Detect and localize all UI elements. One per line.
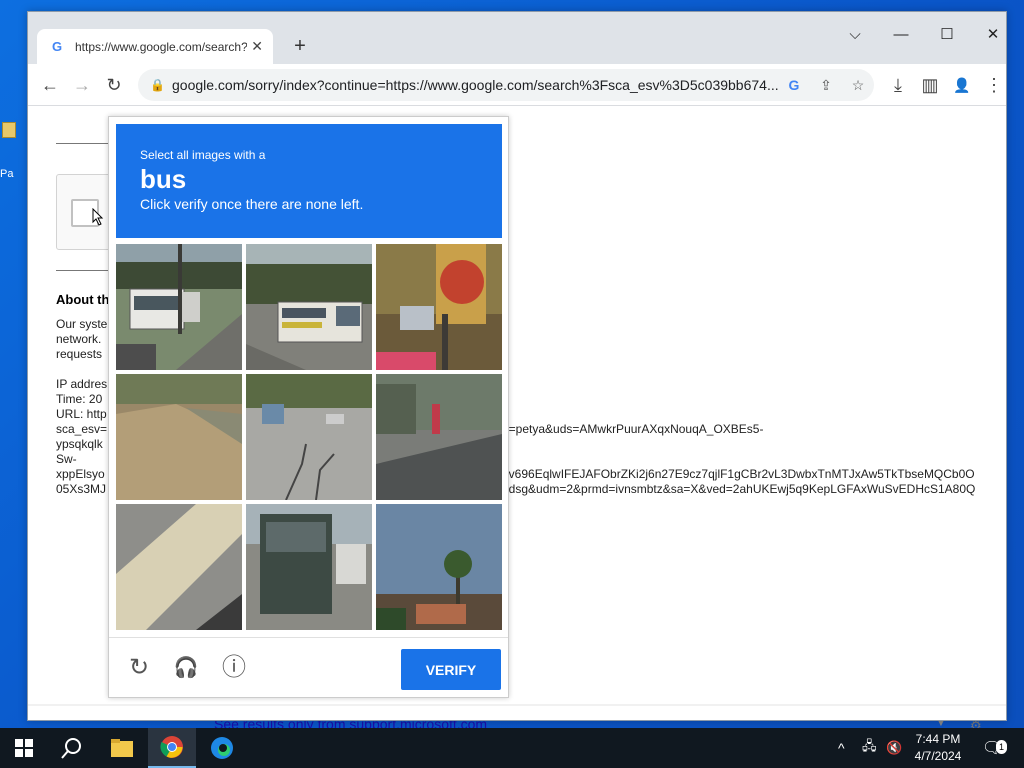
show-hidden-icons[interactable]: ^ (838, 728, 845, 768)
instruction-text: Select all images with a (140, 148, 266, 162)
image-tile[interactable] (376, 374, 502, 500)
url-tail: q=petya&uds=AMwkrPuurAXqxNouqA_OXBEs5- (502, 422, 764, 436)
image-tile[interactable] (246, 244, 372, 370)
menu-icon[interactable]: ⋮ (982, 73, 1006, 97)
verify-button[interactable]: VERIFY (401, 649, 501, 690)
share-icon[interactable]: ⇪ (816, 75, 836, 95)
image-tile[interactable] (376, 504, 502, 630)
divider (56, 270, 108, 271)
browser-toolbar: ← → ↻ 🔒 google.com/sorry/index?continue=… (28, 64, 1006, 106)
url-line: xppElsyo (56, 467, 105, 481)
url-line: ypsqkqlk (56, 437, 103, 451)
lock-icon[interactable]: 🔒 (150, 78, 166, 92)
mouse-cursor-icon (92, 208, 104, 226)
bus-image (116, 244, 242, 370)
browser-tab[interactable]: G https://www.google.com/search? ✕ (37, 29, 273, 64)
info-line: Our syste (56, 317, 108, 331)
tab-search-button[interactable]: ⌵ (832, 24, 878, 46)
forward-button[interactable]: → (70, 73, 94, 97)
tab-close-icon[interactable]: ✕ (251, 38, 263, 55)
url-line: 05Xs3MJ (56, 482, 107, 496)
maximize-button[interactable]: ☐ (924, 24, 970, 46)
search-icon (61, 738, 81, 759)
bookmark-star-icon[interactable]: ☆ (848, 75, 868, 95)
tab-title: https://www.google.com/search? (75, 39, 247, 54)
file-explorer-button[interactable] (98, 728, 146, 768)
address-bar[interactable]: 🔒 google.com/sorry/index?continue=https:… (138, 69, 874, 101)
info-icon[interactable]: ⓘ (220, 654, 248, 682)
folder-icon (2, 122, 16, 138)
network-icon[interactable]: 🖧 (862, 728, 877, 768)
time-line: Time: 20 (56, 392, 103, 406)
side-panel-icon[interactable]: ▥ (918, 73, 942, 97)
download-icon[interactable]: ⤓ (886, 73, 910, 97)
volume-muted-icon[interactable]: 🔇 (886, 728, 902, 768)
street-image (376, 374, 502, 500)
audio-challenge-icon[interactable]: 🎧 (172, 654, 200, 682)
target-object: bus (140, 164, 187, 194)
ip-line: IP addres (56, 377, 108, 391)
divider (56, 143, 108, 144)
chrome-taskbar-button[interactable] (148, 728, 196, 768)
reload-challenge-icon[interactable]: ↻ (125, 654, 153, 682)
back-button[interactable]: ← (38, 73, 62, 97)
bus-image (246, 244, 372, 370)
street-image (246, 374, 372, 500)
sidewalk-image (116, 374, 242, 500)
taskbar: ^ 🖧 🔇 7:44 PM 4/7/2024 🗨 1 (0, 728, 1024, 768)
image-tile[interactable] (116, 504, 242, 630)
profile-icon[interactable]: 👤 (950, 73, 974, 97)
traffic-light-image (376, 244, 502, 370)
image-tile[interactable] (116, 244, 242, 370)
clock-date: 4/7/2024 (914, 749, 962, 763)
horizontal-scrollbar[interactable]: ◀ ▶ (28, 704, 1006, 706)
close-window-button[interactable]: ✕ (970, 24, 1016, 46)
url-line: URL: http (56, 407, 107, 421)
challenge-header: Select all images with a bus Click verif… (116, 124, 502, 238)
url-line: Sw- (56, 452, 77, 466)
image-tile[interactable] (246, 374, 372, 500)
recaptcha-widget (56, 174, 116, 250)
edge-taskbar-button[interactable] (198, 728, 246, 768)
palm-trees-image (376, 504, 502, 630)
info-line: network. (56, 332, 102, 346)
url-text[interactable]: google.com/sorry/index?continue=https://… (172, 77, 780, 93)
edge-icon (211, 737, 233, 759)
windows-logo-icon (15, 739, 33, 757)
search-button[interactable] (48, 728, 96, 768)
minimize-button[interactable]: — (878, 24, 924, 46)
google-favicon-icon: G (51, 38, 63, 54)
clock-time: 7:44 PM (915, 732, 961, 746)
about-heading: About th (56, 292, 110, 307)
challenge-footer: ↻ 🎧 ⓘ VERIFY (109, 637, 508, 699)
url-tail: 7dsg&udm=2&prmd=ivnsmbtz&sa=X&ved=2ahUKE… (502, 482, 976, 496)
tab-strip: G https://www.google.com/search? ✕ + ⌵ —… (28, 12, 1006, 64)
bus-image (246, 504, 372, 630)
instruction-subtext: Click verify once there are none left. (140, 196, 364, 212)
folder-icon (111, 739, 133, 757)
reload-button[interactable]: ↻ (102, 73, 126, 97)
url-tail: av696EqlwIFEJAFObrZKi2j6n27E9cz7qjlF1gCB… (502, 467, 975, 481)
system-clock[interactable]: 7:44 PM 4/7/2024 (908, 731, 968, 765)
image-tile[interactable] (376, 244, 502, 370)
desktop-icon-label: Pa (0, 168, 14, 180)
google-lens-icon[interactable]: G (784, 75, 804, 95)
recaptcha-challenge: Select all images with a bus Click verif… (108, 116, 509, 698)
road-image (116, 504, 242, 630)
desktop-icon-partial[interactable]: Pa (0, 118, 18, 188)
url-line: sca_esv= (56, 422, 108, 436)
info-line: requests (56, 347, 103, 361)
notification-badge: 1 (996, 740, 1008, 754)
chrome-icon (160, 736, 183, 758)
image-tile[interactable] (116, 374, 242, 500)
start-button[interactable] (0, 728, 48, 768)
image-grid (116, 244, 502, 630)
new-tab-button[interactable]: + (288, 34, 312, 58)
image-tile[interactable] (246, 504, 372, 630)
